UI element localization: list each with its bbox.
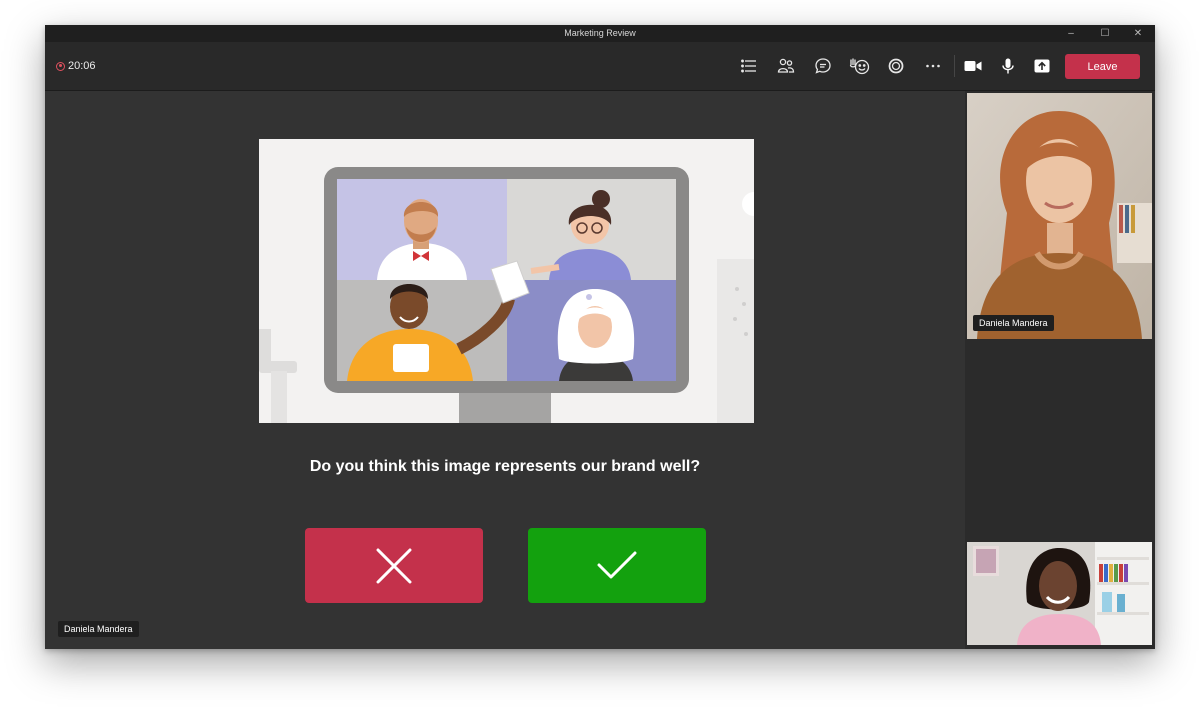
title-bar: Marketing Review – ☐ ✕	[45, 25, 1155, 42]
main-stage: Do you think this image represents our b…	[45, 91, 965, 649]
timer-text: 20:06	[68, 60, 96, 72]
check-icon	[597, 551, 637, 578]
raise-hand-icon[interactable]	[847, 54, 871, 78]
more-icon[interactable]	[921, 54, 945, 78]
shared-illustration	[259, 139, 754, 423]
participants-panel: Daniela Mandera	[965, 91, 1155, 649]
meeting-toolbar: 20:06 Leave	[45, 42, 1155, 91]
vote-no-button[interactable]	[305, 528, 483, 603]
presenter-name-tag: Daniela Mandera	[58, 621, 139, 637]
meeting-window: Marketing Review – ☐ ✕ 20:06 Leave Do yo…	[45, 25, 1155, 649]
list-icon[interactable]	[737, 54, 761, 78]
minimize-button[interactable]: –	[1054, 25, 1088, 42]
toolbar-separator	[954, 55, 955, 77]
recording-icon	[56, 61, 65, 71]
people-icon[interactable]	[774, 54, 798, 78]
participant-video[interactable]	[967, 542, 1152, 645]
microphone-icon[interactable]	[996, 54, 1020, 78]
reactions-icon[interactable]	[884, 54, 908, 78]
chat-icon[interactable]	[811, 54, 835, 78]
close-icon	[376, 548, 412, 583]
participant-video[interactable]: Daniela Mandera	[967, 93, 1152, 339]
vote-yes-button[interactable]	[528, 528, 706, 603]
poll-question: Do you think this image represents our b…	[309, 458, 701, 475]
maximize-button[interactable]: ☐	[1088, 25, 1122, 42]
participant-name-tag: Daniela Mandera	[973, 315, 1054, 331]
window-title: Marketing Review	[564, 28, 636, 38]
leave-button[interactable]: Leave	[1065, 54, 1140, 79]
camera-icon[interactable]	[961, 54, 985, 78]
close-window-button[interactable]: ✕	[1121, 25, 1155, 42]
recording-timer: 20:06	[56, 58, 96, 74]
share-icon[interactable]	[1030, 54, 1054, 78]
